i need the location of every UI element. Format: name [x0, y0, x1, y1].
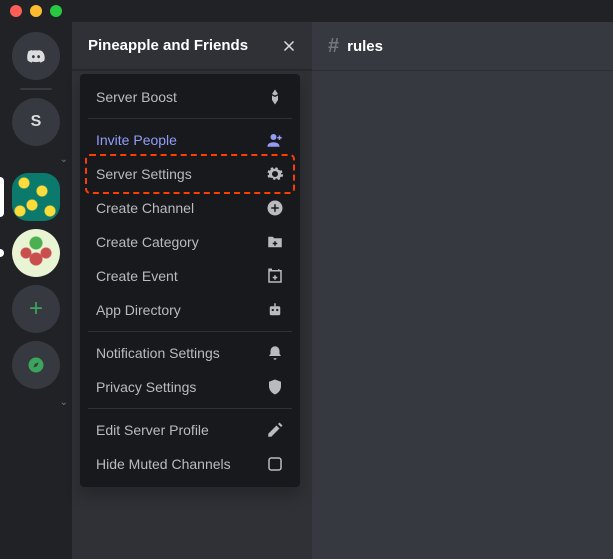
menu-label: Invite People: [96, 132, 177, 148]
guild-sidebar: S ⌄ + ⌄: [0, 22, 72, 559]
menu-separator: [88, 408, 292, 409]
menu-label: Create Channel: [96, 200, 194, 216]
circle-plus-icon: [266, 199, 284, 217]
guild-separator: [20, 88, 52, 90]
menu-create-event[interactable]: Create Event: [88, 259, 292, 293]
menu-label: Create Category: [96, 234, 199, 250]
menu-app-directory[interactable]: App Directory: [88, 293, 292, 327]
window-titlebar: [0, 0, 613, 22]
menu-server-boost[interactable]: Server Boost: [88, 80, 292, 114]
shield-icon: [266, 378, 284, 396]
bell-icon: [266, 344, 284, 362]
folder-plus-icon: [266, 233, 284, 251]
channel-name: rules: [347, 38, 383, 55]
server-header[interactable]: Pineapple and Friends: [72, 22, 312, 70]
compass-icon: [27, 356, 45, 374]
plus-icon: +: [29, 295, 43, 323]
traffic-minimize[interactable]: [30, 5, 42, 17]
calendar-plus-icon: [266, 267, 284, 285]
chat-header: # rules: [312, 22, 613, 70]
channel-sidebar: Pineapple and Friends Server Boost Invit…: [72, 22, 312, 559]
menu-label: Edit Server Profile: [96, 422, 209, 438]
person-plus-icon: [266, 131, 284, 149]
menu-label: Server Boost: [96, 89, 177, 105]
chevron-down-icon: ⌄: [60, 397, 68, 408]
menu-label: App Directory: [96, 302, 181, 318]
discord-logo-icon: [27, 47, 45, 65]
checkbox-empty-icon: [266, 455, 284, 473]
menu-create-category[interactable]: Create Category: [88, 225, 292, 259]
menu-hide-muted-channels[interactable]: Hide Muted Channels: [88, 447, 292, 481]
menu-edit-server-profile[interactable]: Edit Server Profile: [88, 413, 292, 447]
guild-item-letter[interactable]: S: [12, 98, 60, 146]
menu-separator: [88, 118, 292, 119]
chevron-down-icon: ⌄: [60, 154, 68, 165]
hash-icon: #: [328, 35, 339, 58]
menu-label: Notification Settings: [96, 345, 220, 361]
boost-icon: [266, 88, 284, 106]
menu-server-settings[interactable]: Server Settings: [88, 157, 292, 191]
menu-create-channel[interactable]: Create Channel: [88, 191, 292, 225]
close-icon[interactable]: [280, 37, 298, 55]
explore-servers-button[interactable]: [12, 341, 60, 389]
menu-label: Create Event: [96, 268, 178, 284]
home-button[interactable]: [12, 32, 60, 80]
add-server-button[interactable]: +: [12, 285, 60, 333]
server-dropdown-menu: Server Boost Invite People Server Settin…: [80, 74, 300, 487]
guild-letter: S: [31, 113, 42, 131]
gear-icon: [266, 165, 284, 183]
server-name: Pineapple and Friends: [88, 37, 248, 54]
menu-invite-people[interactable]: Invite People: [88, 123, 292, 157]
guild-item-fruit[interactable]: [12, 229, 60, 277]
guild-item-pineapple[interactable]: [12, 173, 60, 221]
pencil-icon: [266, 421, 284, 439]
menu-label: Privacy Settings: [96, 379, 196, 395]
robot-icon: [266, 301, 284, 319]
traffic-close[interactable]: [10, 5, 22, 17]
menu-notification-settings[interactable]: Notification Settings: [88, 336, 292, 370]
menu-label: Hide Muted Channels: [96, 456, 231, 472]
menu-label: Server Settings: [96, 166, 192, 182]
menu-separator: [88, 331, 292, 332]
traffic-zoom[interactable]: [50, 5, 62, 17]
chat-area: # rules: [312, 22, 613, 559]
menu-privacy-settings[interactable]: Privacy Settings: [88, 370, 292, 404]
